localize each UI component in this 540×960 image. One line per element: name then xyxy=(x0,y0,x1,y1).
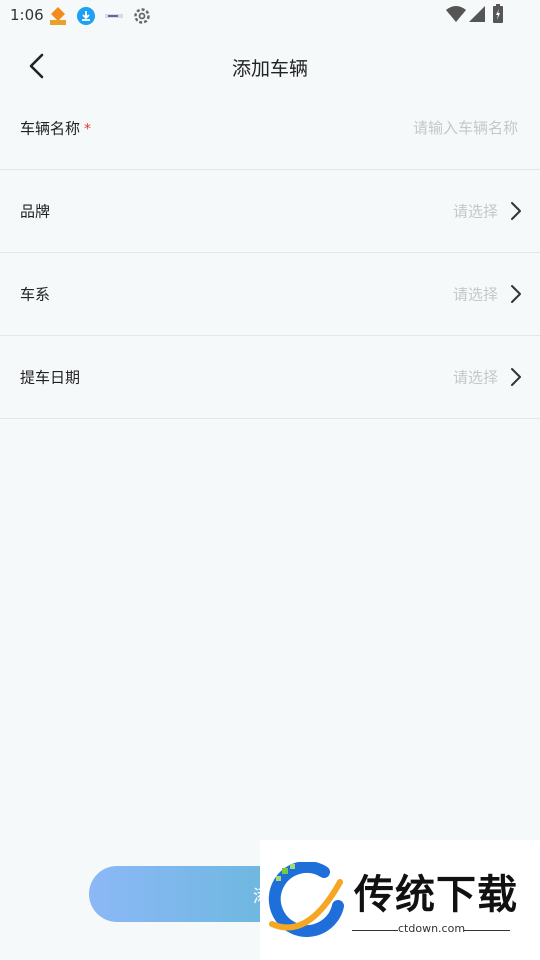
watermark-line-left xyxy=(352,930,398,931)
orange-app-icon xyxy=(50,7,66,25)
pickup-date-row[interactable]: 提车日期 请选择 xyxy=(0,336,540,419)
watermark-text: 传统下载 xyxy=(354,872,518,918)
series-label: 车系 xyxy=(20,285,51,304)
watermark-line-right xyxy=(464,930,510,931)
vehicle-name-label-text: 车辆名称 xyxy=(20,119,81,138)
battery-icon xyxy=(493,4,503,23)
status-time: 1:06 xyxy=(10,6,44,24)
watermark-logo xyxy=(268,862,344,937)
watermark-url: ctdown.com xyxy=(398,922,466,935)
vehicle-name-row[interactable]: 车辆名称 * xyxy=(0,87,540,170)
download-icon xyxy=(77,7,95,25)
brand-row[interactable]: 品牌 请选择 xyxy=(0,170,540,253)
notification-app-icon xyxy=(105,14,123,18)
settings-icon xyxy=(134,8,150,24)
pickup-date-label: 提车日期 xyxy=(20,368,81,387)
required-mark: * xyxy=(84,121,92,138)
nav-bar: 添加车辆 xyxy=(0,40,540,94)
page-title: 添加车辆 xyxy=(231,58,308,80)
series-select-value: 请选择 xyxy=(452,285,498,304)
signal-icon xyxy=(469,6,485,22)
pickup-date-select-value: 请选择 xyxy=(452,368,498,387)
wifi-icon xyxy=(446,6,466,22)
brand-select-value: 请选择 xyxy=(452,202,498,221)
brand-label: 品牌 xyxy=(20,202,51,221)
chevron-right-icon xyxy=(511,202,521,220)
watermark: 传统下载 ctdown.com xyxy=(260,840,540,960)
vehicle-name-label: 车辆名称 * xyxy=(20,118,91,139)
status-bar: 1:06 xyxy=(0,0,540,32)
series-row[interactable]: 车系 请选择 xyxy=(0,253,540,336)
vehicle-name-input[interactable] xyxy=(276,118,520,138)
chevron-right-icon xyxy=(511,368,521,386)
chevron-right-icon xyxy=(511,285,521,303)
